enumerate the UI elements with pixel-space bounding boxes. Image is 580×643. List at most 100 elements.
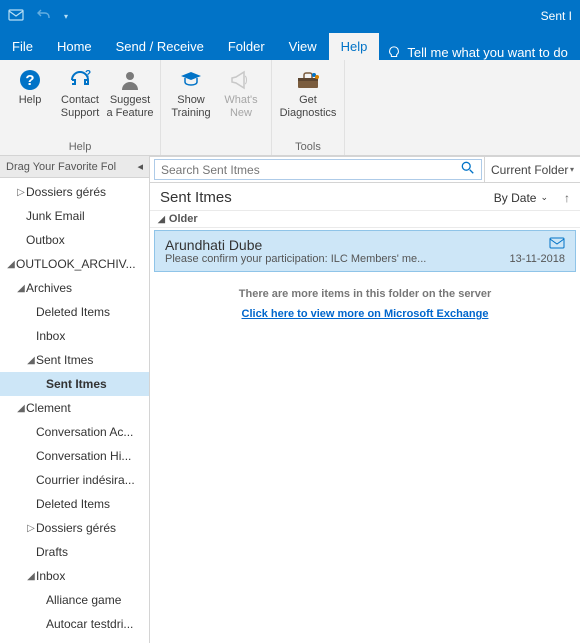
- folder-node[interactable]: Junk Email: [0, 204, 149, 228]
- tab-file[interactable]: File: [0, 33, 45, 60]
- chevron-down-icon: ▾: [570, 165, 574, 174]
- folder-label: Sent Itmes: [36, 353, 93, 367]
- expand-icon[interactable]: ◢: [16, 403, 26, 414]
- tab-send-receive[interactable]: Send / Receive: [104, 33, 216, 60]
- ribbon-tabs: File Home Send / Receive Folder View Hel…: [0, 32, 580, 60]
- folder-node[interactable]: Drafts: [0, 540, 149, 564]
- view-more-link[interactable]: Click here to view more on Microsoft Exc…: [150, 308, 580, 320]
- group-label-tools: Tools: [295, 141, 321, 155]
- folder-node[interactable]: ◢Clement: [0, 396, 149, 420]
- folder-node[interactable]: Autocar testdri...: [0, 612, 149, 636]
- ribbon-group-tools: Get Diagnostics Tools: [272, 60, 345, 155]
- folder-node[interactable]: ◢Inbox: [0, 564, 149, 588]
- folder-label: Sent Itmes: [46, 377, 107, 391]
- group-label-help: Help: [69, 141, 92, 155]
- search-input[interactable]: [161, 163, 461, 177]
- folder-node[interactable]: ◢OUTLOOK_ARCHIV...: [0, 252, 149, 276]
- folder-node[interactable]: ▷Dossiers gérés: [0, 516, 149, 540]
- folder-header: Sent Itmes By Date ⌄ ↑: [150, 183, 580, 210]
- search-scope-dropdown[interactable]: Current Folder ▾: [484, 157, 580, 182]
- folder-node[interactable]: Inbox: [0, 324, 149, 348]
- folder-label: Inbox: [36, 329, 65, 343]
- undo-icon[interactable]: [36, 7, 52, 26]
- folder-node[interactable]: Alliance game: [0, 588, 149, 612]
- folder-node[interactable]: Conversation Hi...: [0, 444, 149, 468]
- help-icon: ?: [14, 66, 46, 94]
- whats-new-button: What's New: [217, 64, 265, 122]
- ribbon-group-training: Show Training What's New: [161, 60, 272, 155]
- folder-node[interactable]: ◢Sent Itmes: [0, 348, 149, 372]
- contact-support-button[interactable]: ? Contact Support: [56, 64, 104, 122]
- content-area: Drag Your Favorite Fol ◂ ▷Dossiers gérés…: [0, 156, 580, 643]
- quick-access-toolbar: ▾: [8, 7, 68, 26]
- group-header-older[interactable]: ◢ Older: [150, 210, 580, 228]
- folder-label: Autocar testdri...: [46, 617, 133, 631]
- megaphone-icon: [225, 66, 257, 94]
- tab-view[interactable]: View: [277, 33, 329, 60]
- folder-label: Conversation Hi...: [36, 449, 131, 463]
- message-subject: Please confirm your participation: ILC M…: [165, 253, 445, 265]
- read-icon[interactable]: [549, 237, 565, 252]
- tab-help[interactable]: Help: [329, 33, 380, 60]
- folder-label: Deleted Items: [36, 305, 110, 319]
- folder-node[interactable]: Courrier indésira...: [0, 468, 149, 492]
- folder-label: Junk Email: [26, 209, 85, 223]
- sort-direction-button[interactable]: ↑: [564, 191, 570, 205]
- folder-label: Dossiers gérés: [26, 185, 106, 199]
- folder-node[interactable]: Deleted Items: [0, 300, 149, 324]
- folder-label: Courrier indésira...: [36, 473, 135, 487]
- folder-label: Conversation Ac...: [36, 425, 133, 439]
- help-button[interactable]: ? Help: [6, 64, 54, 122]
- search-toolbar: Current Folder ▾: [150, 157, 580, 183]
- expand-icon[interactable]: ◢: [26, 355, 36, 366]
- folder-name: Sent Itmes: [160, 189, 232, 206]
- collapse-group-icon: ◢: [158, 214, 165, 225]
- expand-icon[interactable]: ◢: [6, 259, 16, 270]
- folder-node[interactable]: ▷Dossiers gérés: [0, 180, 149, 204]
- toolbox-icon: [292, 66, 324, 94]
- expand-icon[interactable]: ▷: [26, 523, 36, 534]
- expand-icon[interactable]: ▷: [16, 187, 26, 198]
- mail-list-pane: Current Folder ▾ Sent Itmes By Date ⌄ ↑ …: [150, 156, 580, 643]
- folder-node[interactable]: Sent Itmes: [0, 372, 149, 396]
- folder-label: Drafts: [36, 545, 68, 559]
- folder-label: Clement: [26, 401, 71, 415]
- show-training-button[interactable]: Show Training: [167, 64, 215, 122]
- folder-label: Archives: [26, 281, 72, 295]
- folder-label: Dossiers gérés: [36, 521, 116, 535]
- folder-node[interactable]: Outbox: [0, 228, 149, 252]
- suggest-feature-button[interactable]: Suggest a Feature: [106, 64, 154, 122]
- chevron-down-icon: ⌄: [540, 192, 548, 203]
- expand-icon[interactable]: ◢: [26, 571, 36, 582]
- lightbulb-icon: [387, 46, 401, 60]
- message-item[interactable]: Arundhati Dube Please confirm your parti…: [154, 230, 576, 272]
- get-diagnostics-button[interactable]: Get Diagnostics: [278, 64, 338, 122]
- search-icon[interactable]: [461, 161, 475, 178]
- tab-home[interactable]: Home: [45, 33, 104, 60]
- tell-me-label: Tell me what you want to do: [407, 45, 567, 60]
- folder-nav-pane: Drag Your Favorite Fol ◂ ▷Dossiers gérés…: [0, 156, 150, 643]
- folder-node[interactable]: Deleted Items: [0, 492, 149, 516]
- graduation-icon: [175, 66, 207, 94]
- search-box[interactable]: [154, 159, 482, 180]
- ribbon: ? Help ? Contact Support Suggest a Featu…: [0, 60, 580, 156]
- sort-by-dropdown[interactable]: By Date ⌄: [494, 191, 548, 205]
- title-bar: ▾ Sent I: [0, 0, 580, 32]
- folder-node[interactable]: Conversation Ac...: [0, 420, 149, 444]
- window-title: Sent I: [541, 9, 572, 23]
- person-icon: [114, 66, 146, 94]
- folder-label: Outbox: [26, 233, 65, 247]
- qat-dropdown-icon[interactable]: ▾: [64, 12, 68, 21]
- tab-folder[interactable]: Folder: [216, 33, 277, 60]
- folder-node[interactable]: ◢Archives: [0, 276, 149, 300]
- headset-icon: ?: [64, 66, 96, 94]
- folder-label: Alliance game: [46, 593, 121, 607]
- folder-label: Inbox: [36, 569, 65, 583]
- tell-me-search[interactable]: Tell me what you want to do: [379, 45, 575, 60]
- favorites-header[interactable]: Drag Your Favorite Fol ◂: [0, 156, 149, 178]
- app-icon[interactable]: [8, 7, 24, 26]
- collapse-icon[interactable]: ◂: [137, 160, 143, 173]
- expand-icon[interactable]: ◢: [16, 283, 26, 294]
- ribbon-group-help: ? Help ? Contact Support Suggest a Featu…: [0, 60, 161, 155]
- folder-tree: ▷Dossiers gérésJunk EmailOutbox◢OUTLOOK_…: [0, 178, 149, 636]
